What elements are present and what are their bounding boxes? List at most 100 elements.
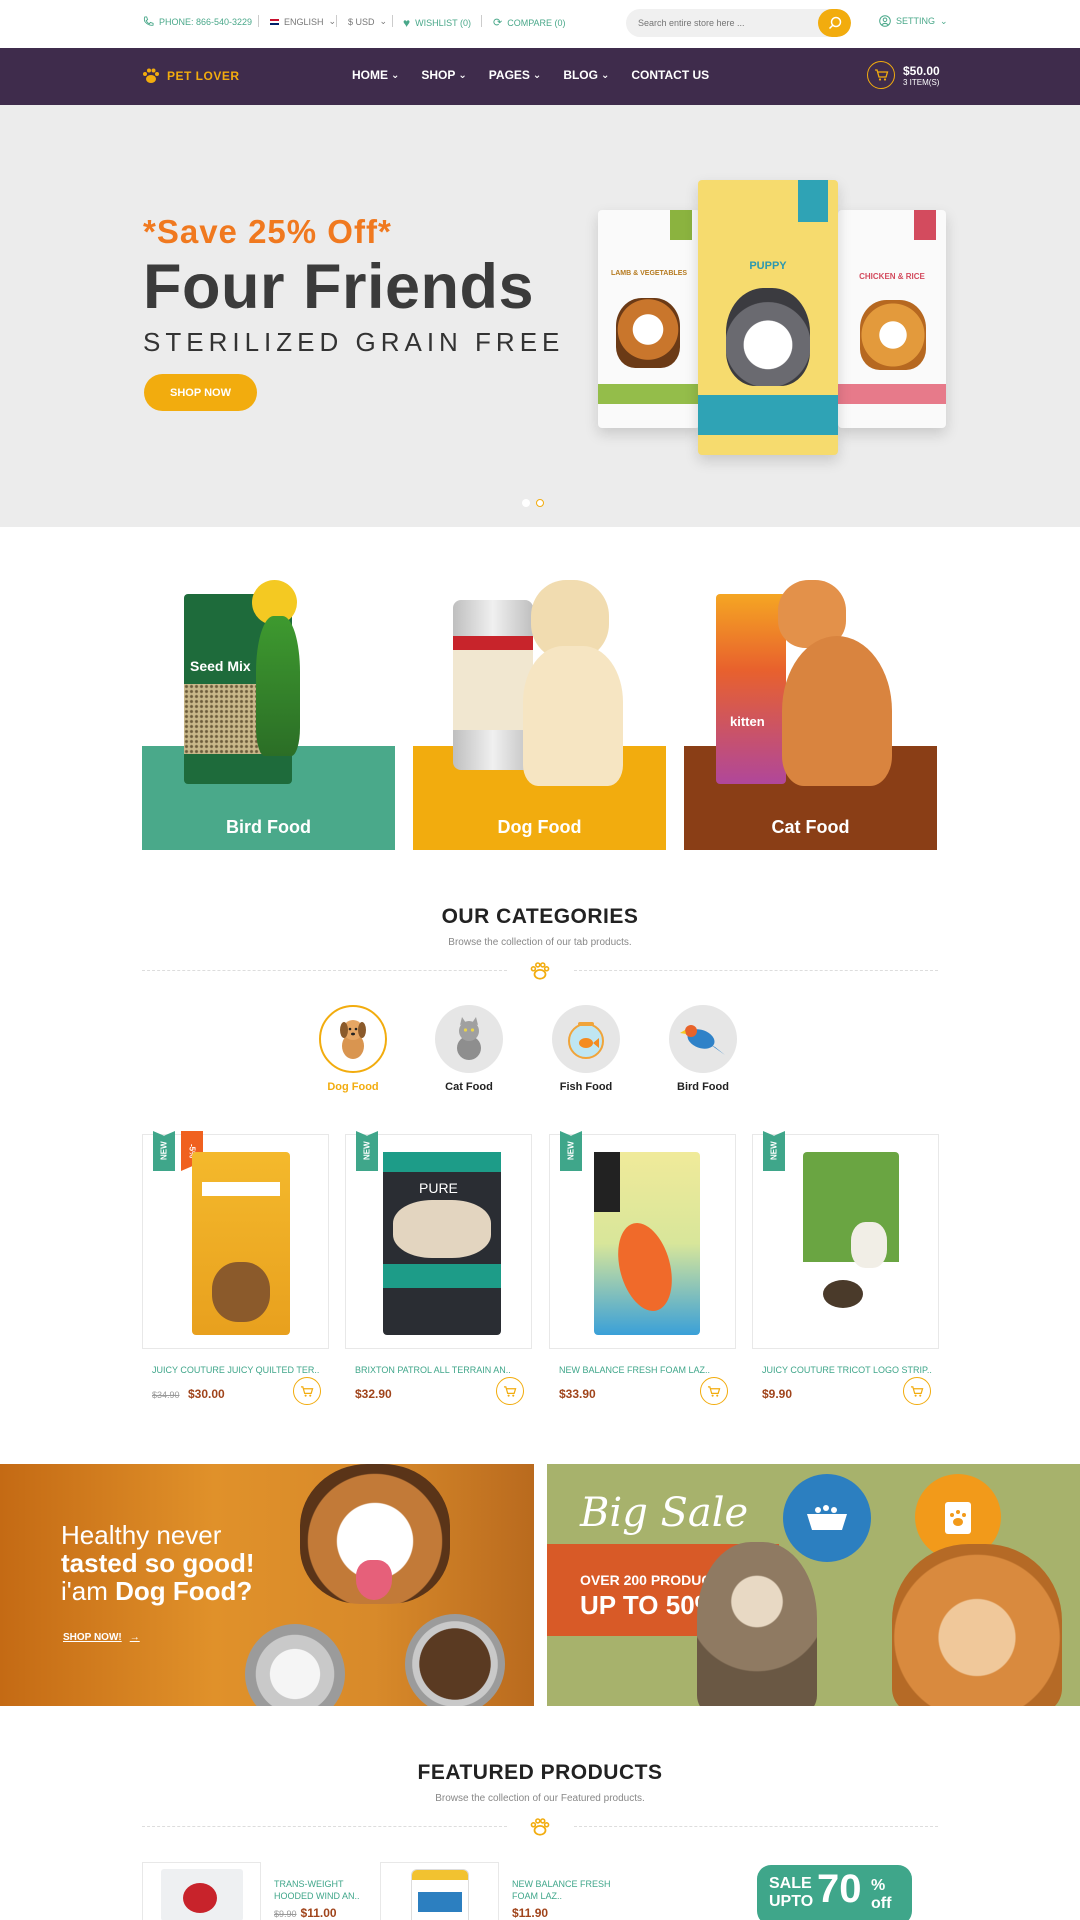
featured-subtitle: Browse the collection of our Featured pr… xyxy=(435,1793,645,1804)
categories-title: OUR CATEGORIES xyxy=(441,905,639,928)
flag-icon xyxy=(270,18,279,25)
tab-dog-food[interactable]: Dog Food xyxy=(313,1005,393,1093)
food-bowl-circle-icon xyxy=(783,1474,871,1562)
phone-icon xyxy=(143,16,154,26)
promo-shop-now-link[interactable]: SHOP NOW! → xyxy=(63,1632,140,1643)
add-to-cart-button[interactable] xyxy=(496,1377,524,1405)
chevron-down-icon: ⌄ xyxy=(328,16,337,26)
tab-bird-food[interactable]: Bird Food xyxy=(663,1005,743,1093)
tab-label: Cat Food xyxy=(445,1081,493,1093)
paw-icon xyxy=(530,962,550,980)
food-bowl-image xyxy=(245,1624,345,1706)
slider-dot[interactable] xyxy=(522,499,530,507)
promo-line3-prefix: i'am xyxy=(61,1576,116,1606)
currency-selector[interactable]: $ USD ⌄ xyxy=(348,16,387,27)
shop-now-button[interactable]: SHOP NOW xyxy=(144,374,257,411)
menu-pages[interactable]: PAGES ⌄ xyxy=(489,68,542,82)
product-name[interactable]: JUICY COUTURE TRICOT LOGO STRIP.. xyxy=(752,1365,939,1375)
wishlist-link[interactable]: ♥ WISHLIST (0) xyxy=(403,16,471,30)
menu-home[interactable]: HOME ⌄ xyxy=(352,68,399,82)
paw-icon xyxy=(530,1818,550,1836)
search-button[interactable] xyxy=(818,9,851,37)
compare-link[interactable]: ⟳ COMPARE (0) xyxy=(493,16,566,29)
setting-menu[interactable]: SETTING ⌄ xyxy=(879,15,948,27)
promo-line2: tasted so good! xyxy=(61,1548,255,1578)
heart-icon: ♥ xyxy=(403,16,411,30)
featured-product-name[interactable]: NEW BALANCE FRESH FOAM LAZ.. xyxy=(512,1878,612,1902)
search-bar xyxy=(626,9,851,37)
bag-label: LAMB & VEGETABLES xyxy=(610,270,688,277)
promo-link-label: SHOP NOW! xyxy=(63,1632,122,1643)
husky-illustration xyxy=(726,288,810,386)
price: $11.90 xyxy=(512,1906,549,1920)
menu-label: CONTACT US xyxy=(631,68,710,82)
cat-food-banner[interactable]: kitten Cat Food xyxy=(684,560,937,850)
divider xyxy=(336,15,337,27)
menu-label: HOME xyxy=(352,68,388,82)
cart-icon xyxy=(707,1385,721,1397)
dog-icon xyxy=(319,1005,387,1073)
mini-cart[interactable]: $50.00 3 ITEM(S) xyxy=(867,61,940,89)
menu-contact[interactable]: CONTACT US xyxy=(631,68,709,82)
product-name[interactable]: BRIXTON PATROL ALL TERRAIN AN.. xyxy=(345,1365,532,1375)
tab-cat-food[interactable]: Cat Food xyxy=(429,1005,509,1093)
add-to-cart-button[interactable] xyxy=(903,1377,931,1405)
product-name[interactable]: JUICY COUTURE JUICY QUILTED TER.. xyxy=(142,1365,329,1375)
divider xyxy=(258,15,259,27)
banner-label: Dog Food xyxy=(497,817,582,837)
arrow-right-icon: → xyxy=(129,1632,140,1643)
slider-dot-active[interactable] xyxy=(536,499,544,507)
price-row: $32.90 xyxy=(345,1377,532,1409)
featured-price-row: $9.90 $11.00 xyxy=(274,1906,337,1920)
price: $9.90 xyxy=(762,1387,793,1401)
dog-illustration xyxy=(860,300,926,370)
product-image xyxy=(192,1152,290,1335)
product-image xyxy=(803,1152,899,1335)
phone-contact[interactable]: PHONE: 866-540-3229 xyxy=(143,16,252,27)
product-image-box: NEW PURE xyxy=(345,1134,532,1349)
site-logo[interactable]: PET LOVER xyxy=(141,66,240,86)
product-image-box: NEW -5% xyxy=(142,1131,329,1349)
cart-total: $50.00 xyxy=(903,63,940,78)
add-to-cart-button[interactable] xyxy=(700,1377,728,1405)
slider-dots xyxy=(522,499,544,507)
bird-food-banner[interactable]: Seed Mix Bird Food xyxy=(142,560,395,850)
currency-label: $ USD xyxy=(348,16,375,27)
menu: HOME ⌄ SHOP ⌄ PAGES ⌄ BLOG ⌄ CONTACT US xyxy=(352,68,709,82)
add-to-cart-button[interactable] xyxy=(293,1377,321,1405)
percent-sign: % xyxy=(871,1877,886,1894)
search-input[interactable] xyxy=(626,9,816,37)
tab-label: Fish Food xyxy=(559,1081,613,1093)
featured-product[interactable]: TRANS-WEIGHT HOODED WIND AN.. $9.90 $11.0… xyxy=(142,1862,382,1920)
featured-product[interactable]: NEW BALANCE FRESH FOAM LAZ.. $11.90 xyxy=(380,1862,620,1920)
product-image xyxy=(594,1152,700,1335)
logo-text: PET LOVER xyxy=(167,69,240,83)
menu-shop[interactable]: SHOP ⌄ xyxy=(421,68,466,82)
divider xyxy=(142,1826,507,1827)
wishlist-label: WISHLIST (0) xyxy=(415,18,471,28)
dog-food-banner[interactable]: Dog Food xyxy=(413,560,666,850)
chevron-down-icon: ⌄ xyxy=(600,69,610,81)
divider xyxy=(481,15,482,27)
price: $32.90 xyxy=(355,1387,392,1401)
big-sale-banner[interactable]: Big Sale OVER 200 PRODUCTS UP TO 50% xyxy=(547,1464,1080,1706)
menu-blog[interactable]: BLOG ⌄ xyxy=(563,68,609,82)
featured-price-row: $11.90 xyxy=(512,1906,548,1920)
product-card[interactable]: NEW -5% JUICY COUTURE JUICY QUILTED TER.… xyxy=(142,1131,329,1409)
price-row: $33.90 xyxy=(549,1377,736,1409)
product-card[interactable]: NEW NEW BALANCE FRESH FOAM LAZ.. $33.90 xyxy=(549,1134,736,1409)
product-card[interactable]: NEW JUICY COUTURE TRICOT LOGO STRIP.. $9… xyxy=(752,1134,939,1409)
featured-product-name[interactable]: TRANS-WEIGHT HOODED WIND AN.. xyxy=(274,1878,374,1902)
dog-photo xyxy=(892,1544,1062,1706)
cart-icon xyxy=(867,61,895,89)
product-name[interactable]: NEW BALANCE FRESH FOAM LAZ.. xyxy=(549,1365,736,1375)
tab-label: Dog Food xyxy=(327,1081,379,1093)
product-card[interactable]: NEW PURE BRIXTON PATROL ALL TERRAIN AN..… xyxy=(345,1134,532,1409)
paw-icon xyxy=(143,68,159,83)
sale-label: SALE xyxy=(769,1875,812,1892)
dog-food-promo-banner[interactable]: Healthy never tasted so good! i'am Dog F… xyxy=(0,1464,534,1706)
product-image-box: NEW xyxy=(549,1134,736,1349)
menu-label: BLOG xyxy=(563,68,598,82)
tab-fish-food[interactable]: Fish Food xyxy=(546,1005,626,1093)
language-selector[interactable]: ENGLISH ⌄ xyxy=(270,16,336,27)
